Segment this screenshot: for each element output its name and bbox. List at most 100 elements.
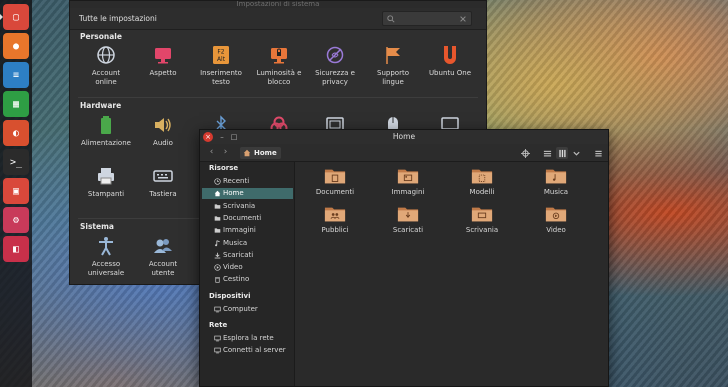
sidebar-item-cestino[interactable]: Cestino: [202, 274, 293, 285]
list-view-icon[interactable]: [541, 147, 553, 159]
calc-launcher-icon[interactable]: ▦: [3, 91, 29, 117]
sidebar-item-label: Computer: [223, 304, 258, 313]
section-divider: [78, 97, 478, 98]
location-icon[interactable]: [519, 147, 531, 159]
files-launcher-icon[interactable]: ▢: [3, 4, 29, 30]
settings-item-label: Ubuntu One: [428, 69, 472, 77]
sidebar-section-title: Rete: [209, 321, 228, 329]
sidebar-item-scrivania[interactable]: Scrivania: [202, 201, 293, 212]
settings-item-brightness-lock[interactable]: Luminosità e blocco: [250, 45, 308, 86]
menu-icon[interactable]: [592, 147, 604, 159]
settings-item-accounts[interactable]: Account online: [77, 45, 135, 86]
settings-item-users[interactable]: Account utente: [134, 236, 192, 277]
settings-item-language-flag[interactable]: Supporto lingue: [364, 45, 422, 86]
files-window-title: Home: [392, 132, 416, 141]
sidebar-section-title: Risorse: [209, 164, 239, 172]
software-center-launcher-icon[interactable]: ▣: [3, 178, 29, 204]
folder-icon: [300, 167, 370, 185]
folder-scaricati[interactable]: Scaricati: [373, 205, 443, 234]
settings-item-label: Inserimento testo: [200, 69, 242, 86]
sidebar-item-label: Musica: [223, 238, 248, 247]
settings-item-label: Account utente: [148, 260, 178, 277]
folder-modelli[interactable]: Modelli: [447, 167, 517, 196]
folder-icon: [521, 205, 591, 223]
settings-item-privacy[interactable]: Sicurezza e privacy: [306, 45, 364, 86]
settings-item-printer[interactable]: Stampanti: [77, 166, 135, 199]
settings-search-input[interactable]: [382, 11, 472, 26]
sidebar-item-musica[interactable]: Musica: [202, 238, 293, 249]
settings-item-ubuntu-one[interactable]: Ubuntu One: [421, 45, 479, 78]
text-input-icon: F2 Alt: [211, 45, 231, 65]
switch-launcher-icon[interactable]: ◧: [3, 236, 29, 262]
maximize-icon[interactable]: □: [229, 132, 239, 142]
folder-pubblici[interactable]: Pubblici: [300, 205, 370, 234]
sidebar-item-label: Immagini: [223, 226, 256, 235]
sidebar-section-title: Dispositivi: [209, 291, 251, 300]
folder-immagini[interactable]: Immagini: [373, 167, 443, 196]
sidebar-item-connetti-al-server[interactable]: Connetti al server: [202, 345, 293, 356]
sidebar-item-label: Scrivania: [223, 201, 256, 210]
settings-item-keyboard[interactable]: Tastiera: [134, 166, 192, 199]
path-home-button[interactable]: Home: [240, 147, 281, 159]
chevron-down-icon[interactable]: [570, 147, 582, 159]
folder-label: Musica: [543, 188, 569, 196]
folder-label: Video: [546, 226, 566, 234]
settings-item-label: Sicurezza e privacy: [315, 69, 355, 86]
files-window: Home × – □ ‹ › Home Risorse Recenti Home Sc…: [199, 129, 609, 387]
path-home-label: Home: [254, 149, 277, 157]
unity-launcher: ▢ ● ≡ ▦ ◐ >_ ▣ ⚙ ◧: [0, 0, 32, 387]
settings-window-title: Impostazioni di sistema: [70, 1, 486, 8]
sidebar-item-scaricati[interactable]: Scaricati: [202, 250, 293, 261]
firefox-launcher-icon[interactable]: ●: [3, 33, 29, 59]
all-settings-button[interactable]: Tutte le impostazioni: [75, 12, 161, 26]
close-icon[interactable]: ×: [203, 132, 213, 142]
files-sidebar: Risorse Recenti Home Scrivania Documenti Imma…: [200, 162, 295, 386]
forward-icon[interactable]: ›: [220, 147, 231, 158]
appearance-icon: [153, 45, 173, 65]
folder-grid: Documenti Immagini Modelli Musica Pubblici Sc…: [296, 162, 608, 386]
svg-text:F2: F2: [217, 49, 224, 56]
sidebar-item-immagini[interactable]: Immagini: [202, 225, 293, 236]
minimize-icon[interactable]: –: [217, 132, 227, 142]
impress-launcher-icon[interactable]: ◐: [3, 120, 29, 146]
ubuntu-one-icon: [440, 45, 460, 65]
settings-item-label: Stampanti: [87, 190, 125, 198]
back-icon[interactable]: ‹: [206, 147, 217, 158]
folder-label: Documenti: [315, 188, 355, 196]
running-indicator: [0, 14, 3, 20]
printer-icon: [96, 166, 116, 186]
accounts-icon: [96, 45, 116, 65]
sidebar-item-esplora-la-rete[interactable]: Esplora la rete: [202, 333, 293, 344]
folder-musica[interactable]: Musica: [521, 167, 591, 196]
sidebar-item-label: Scaricati: [223, 250, 254, 259]
grid-view-icon[interactable]: [556, 147, 568, 159]
folder-documenti[interactable]: Documenti: [300, 167, 370, 196]
section-title: Personale: [80, 32, 122, 41]
settings-item-accessibility[interactable]: Accesso universale: [77, 236, 135, 277]
sidebar-item-recenti[interactable]: Recenti: [202, 176, 293, 187]
privacy-icon: [325, 45, 345, 65]
sidebar-item-documenti[interactable]: Documenti: [202, 213, 293, 224]
settings-item-text-input[interactable]: F2 Alt Inserimento testo: [192, 45, 250, 86]
clear-search-icon[interactable]: [459, 15, 467, 23]
folder-icon: [373, 167, 443, 185]
terminal-launcher-icon[interactable]: >_: [3, 149, 29, 175]
sidebar-item-video[interactable]: Video: [202, 262, 293, 273]
sidebar-item-home[interactable]: Home: [202, 188, 293, 200]
speaker-icon: [153, 115, 173, 135]
sidebar-item-label: Esplora la rete: [223, 334, 274, 342]
brightness-lock-icon: [269, 45, 289, 65]
sidebar-item-label: Recenti: [223, 177, 250, 185]
sidebar-item-label: Video: [223, 263, 243, 272]
settings-toolbar: Tutte le impostazioni: [70, 8, 486, 30]
settings-item-battery[interactable]: Alimentazione: [77, 115, 135, 148]
folder-icon: [447, 205, 517, 223]
writer-launcher-icon[interactable]: ≡: [3, 62, 29, 88]
folder-icon: [521, 167, 591, 185]
sidebar-item-computer[interactable]: Computer: [202, 304, 293, 315]
settings-item-appearance[interactable]: Aspetto: [134, 45, 192, 78]
folder-scrivania[interactable]: Scrivania: [447, 205, 517, 234]
folder-video[interactable]: Video: [521, 205, 591, 234]
settings-launcher-icon[interactable]: ⚙: [3, 207, 29, 233]
settings-item-speaker[interactable]: Audio: [134, 115, 192, 148]
